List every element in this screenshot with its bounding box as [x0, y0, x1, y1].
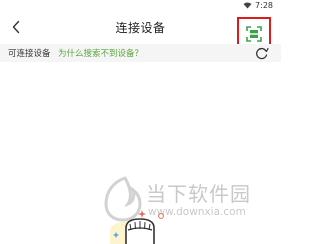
header: 连接设备 — [0, 10, 281, 51]
available-devices-label: 可连接设备 — [8, 49, 51, 59]
refresh-icon[interactable] — [255, 47, 269, 60]
connect-device-screen: 7:28 连接设备 可连接设备 为什么搜索不到设备？ 当下软件园 www.dow… — [0, 0, 281, 244]
status-time: 7:28 — [255, 0, 273, 10]
help-link[interactable]: 为什么搜索不到设备？ — [58, 47, 143, 59]
sub-bar: 可连接设备 为什么搜索不到设备？ — [0, 44, 281, 62]
scan-icon — [246, 26, 262, 42]
status-bar: 7:28 — [243, 0, 273, 10]
wifi-icon — [243, 2, 252, 8]
watermark-name: 当下软件园 — [146, 182, 251, 206]
device-illustration-icon — [110, 210, 164, 244]
